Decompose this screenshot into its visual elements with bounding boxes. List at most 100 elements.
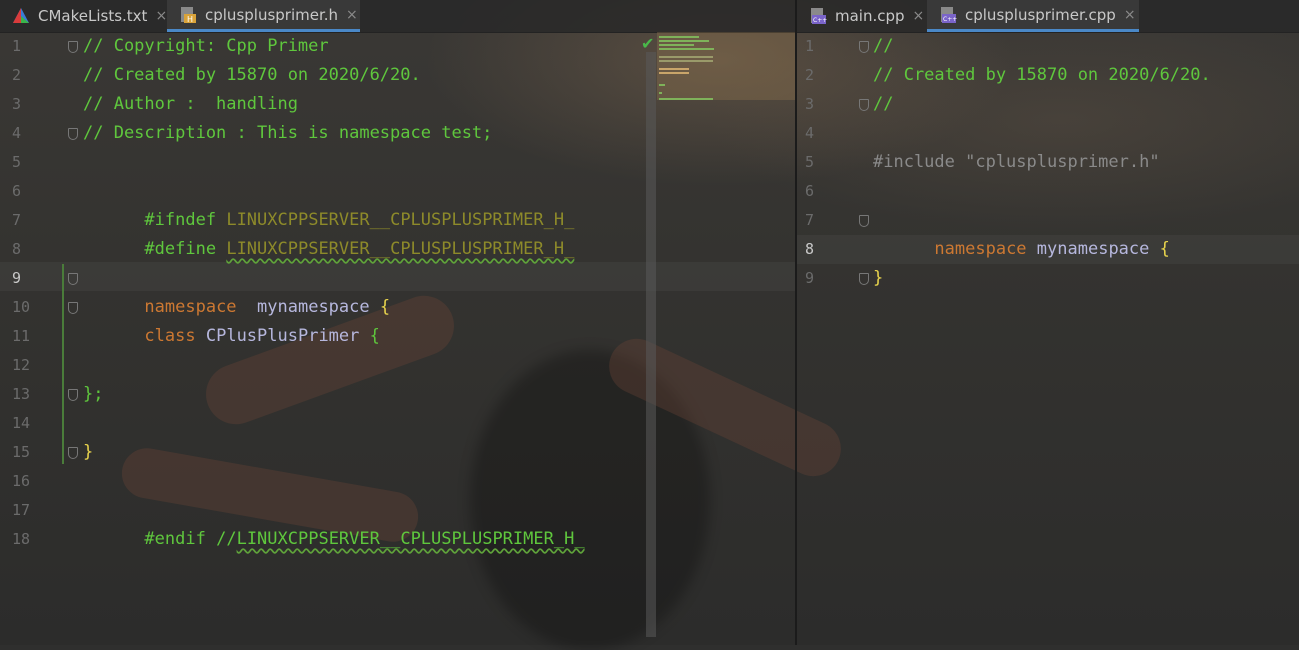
line-number: 15: [12, 443, 31, 461]
svg-text:C++: C++: [943, 16, 957, 23]
code-line-5: #include "cplusplusprimer.h": [873, 152, 1160, 172]
line-number: 6: [12, 182, 22, 200]
line-number: 10: [12, 298, 31, 316]
line-number: 17: [12, 501, 31, 519]
keyword: class: [144, 326, 196, 346]
minimap-row: [659, 98, 713, 100]
tab-cmakelists[interactable]: CMakeLists.txt ×: [0, 0, 167, 32]
code-line-13: };: [83, 384, 104, 404]
line-number: 7: [12, 211, 22, 229]
cmake-icon: [12, 7, 30, 25]
left-tab-bar: CMakeLists.txt × H cplusplusprimer.h ×: [0, 0, 795, 33]
line-number: 3: [12, 95, 22, 113]
code-line-2: // Created by 15870 on 2020/6/20.: [873, 65, 1211, 85]
line-number: 5: [12, 153, 22, 171]
tab-cplusplusprimer-h[interactable]: H cplusplusprimer.h ×: [167, 0, 360, 32]
code-line-1: // Copyright: Cpp Primer: [83, 36, 329, 56]
line-number: 12: [12, 356, 31, 374]
comment: //: [216, 529, 237, 549]
close-icon[interactable]: ×: [1124, 7, 1136, 23]
tab-cplusplusprimer-cpp[interactable]: C++ cplusplusprimer.cpp ×: [927, 0, 1139, 32]
tab-label: cplusplusprimer.cpp: [965, 5, 1116, 24]
minimap-row: [659, 92, 662, 94]
minimap-row: [659, 56, 713, 58]
cpp-file-icon: C++: [939, 6, 957, 24]
change-marker: [62, 264, 64, 464]
minimap-row: [659, 40, 709, 42]
line-number: 8: [12, 240, 22, 258]
line-number: 2: [12, 66, 22, 84]
fold-icon[interactable]: [68, 302, 78, 314]
line-number: 2: [805, 66, 815, 84]
right-code-editor[interactable]: 1 2 3 4 5 6 7 8 9 // // Created by 15870…: [797, 32, 1299, 645]
brace: {: [369, 326, 380, 346]
code-line-15: }: [83, 442, 94, 462]
preprocessor-directive: #define: [144, 239, 217, 259]
minimap-row: [659, 60, 713, 62]
minimap-row: [659, 84, 665, 86]
tab-label: cplusplusprimer.h: [205, 5, 339, 24]
fold-icon[interactable]: [859, 273, 869, 285]
line-number: 13: [12, 385, 31, 403]
fold-icon[interactable]: [68, 273, 78, 285]
fold-icon[interactable]: [68, 128, 78, 140]
line-number-current: 8: [805, 240, 815, 258]
fold-icon[interactable]: [859, 215, 869, 227]
left-editor-pane: CMakeLists.txt × H cplusplusprimer.h × 1…: [0, 0, 795, 645]
comment-macro: LINUXCPPSERVER__CPLUSPLUSPRIMER_H_: [236, 529, 585, 549]
left-code-editor[interactable]: 1 2 3 4 5 6 7 8 9 10 11 12 13 14 15 16 1…: [0, 32, 795, 645]
tab-main-cpp[interactable]: C++ main.cpp ×: [797, 0, 927, 32]
close-icon[interactable]: ×: [913, 8, 925, 24]
line-number: 1: [12, 37, 22, 55]
minimap-row: [659, 68, 689, 70]
header-file-icon: H: [179, 6, 197, 24]
code-line-7: namespace mynamespace {: [873, 206, 1169, 259]
line-number: 7: [805, 211, 815, 229]
brace: {: [1159, 239, 1170, 259]
fold-icon[interactable]: [859, 41, 869, 53]
right-tab-bar: C++ main.cpp × C++ cplusplusprimer.cpp ×: [797, 0, 1299, 33]
code-line-7: #define LINUXCPPSERVER__CPLUSPLUSPRIMER_…: [83, 206, 574, 259]
preprocessor-directive: #endif: [144, 529, 206, 549]
line-number: 1: [805, 37, 815, 55]
line-number: 11: [12, 327, 31, 345]
line-number: 4: [805, 124, 815, 142]
svg-text:H: H: [187, 15, 193, 24]
brace: {: [379, 297, 391, 317]
line-number: 6: [805, 182, 815, 200]
line-number: 4: [12, 124, 22, 142]
minimap-row: [659, 48, 714, 50]
fold-icon[interactable]: [68, 389, 78, 401]
close-icon[interactable]: ×: [155, 8, 167, 24]
right-editor-pane: C++ main.cpp × C++ cplusplusprimer.cpp ×…: [797, 0, 1299, 645]
line-number-current: 9: [12, 269, 22, 287]
line-number: 14: [12, 414, 31, 432]
tab-label: CMakeLists.txt: [38, 7, 148, 25]
code-line-2: // Created by 15870 on 2020/6/20.: [83, 65, 421, 85]
namespace-name: mynamespace: [1036, 239, 1150, 259]
inspection-ok-icon[interactable]: ✔: [641, 34, 654, 53]
code-line-17: #endif //LINUXCPPSERVER__CPLUSPLUSPRIMER…: [83, 496, 584, 549]
line-number: 9: [805, 269, 815, 287]
cpp-file-icon: C++: [809, 7, 827, 25]
fold-icon[interactable]: [859, 99, 869, 111]
svg-text:C++: C++: [813, 17, 827, 24]
fold-icon[interactable]: [68, 447, 78, 459]
close-icon[interactable]: ×: [346, 7, 358, 23]
code-line-6: #ifndef LINUXCPPSERVER__CPLUSPLUSPRIMER_…: [83, 177, 574, 230]
keyword: namespace: [934, 239, 1027, 259]
line-number: 18: [12, 530, 31, 548]
minimap-row: [659, 72, 689, 74]
code-line-3: // Author : handling: [83, 94, 298, 114]
tab-label: main.cpp: [835, 7, 905, 25]
line-number: 5: [805, 153, 815, 171]
code-line-3: //: [873, 94, 894, 114]
fold-icon[interactable]: [68, 41, 78, 53]
minimap-row: [659, 36, 699, 38]
minimap-row: [659, 44, 694, 46]
minimap[interactable]: [657, 32, 795, 100]
code-line-1: //: [873, 36, 894, 56]
code-line-9: namespace mynamespace {: [83, 264, 390, 317]
class-name: CPlusPlusPrimer: [205, 326, 360, 346]
vertical-scrollbar[interactable]: [646, 52, 656, 637]
